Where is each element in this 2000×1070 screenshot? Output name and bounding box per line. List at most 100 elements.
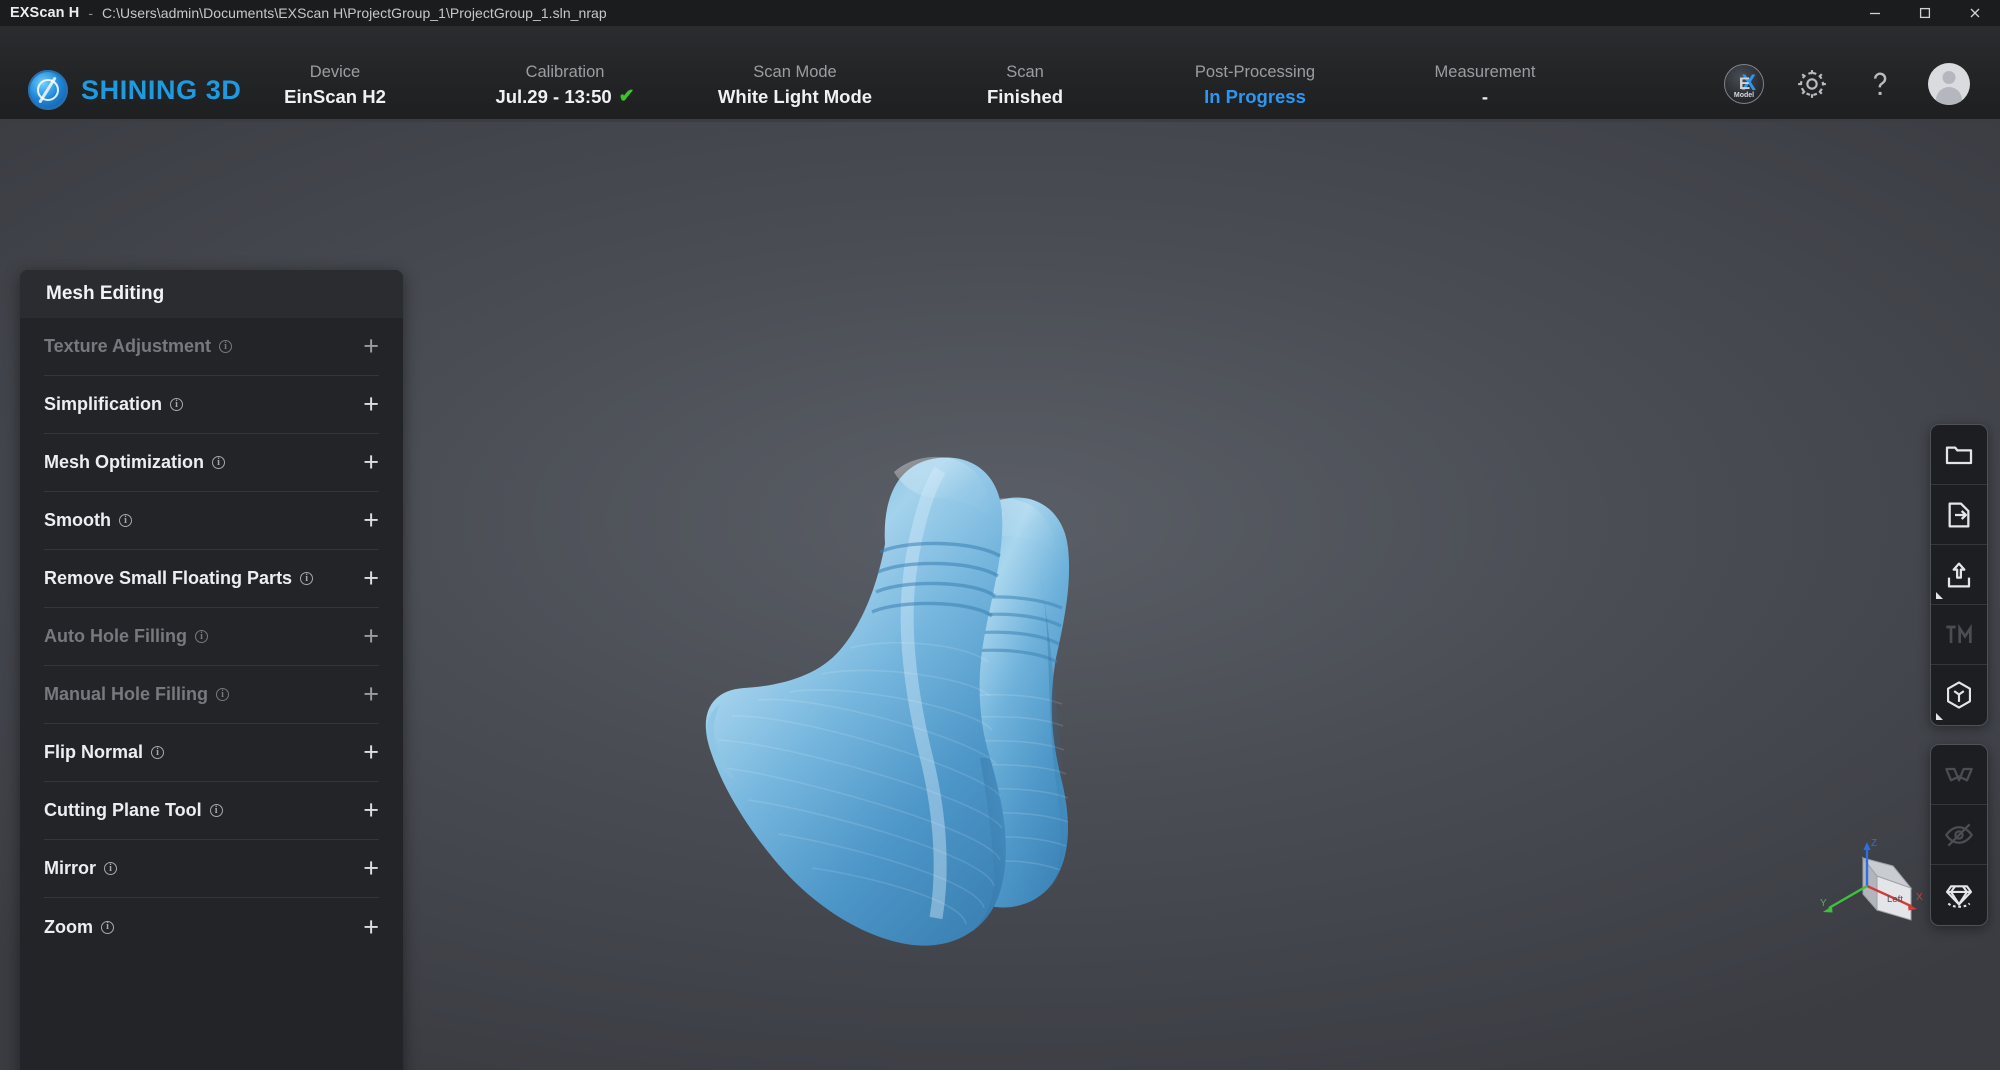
step-value: In Progress: [1195, 83, 1315, 110]
step-label: Device: [284, 62, 386, 83]
export-file-icon[interactable]: [1931, 485, 1987, 545]
workflow-step-scan-mode[interactable]: Scan Mode White Light Mode: [718, 62, 872, 110]
step-label: Scan Mode: [718, 62, 872, 83]
info-icon[interactable]: i: [119, 514, 132, 527]
item-label: Cutting Plane Tool: [44, 800, 202, 821]
mesh-editing-list: Texture Adjustment i + Simplification i …: [20, 318, 403, 956]
step-label: Measurement: [1435, 62, 1536, 83]
workflow-step-calibration[interactable]: Calibration Jul.29 - 13:50 ✔: [495, 62, 634, 110]
app-header: SHINING 3D Device EinScan H2 Calibration…: [0, 26, 2000, 119]
mesh-item-manual-hole-filling[interactable]: Manual Hole Filling i +: [44, 666, 379, 724]
item-label: Remove Small Floating Parts: [44, 568, 292, 589]
share-upload-icon[interactable]: [1931, 545, 1987, 605]
item-label: Smooth: [44, 510, 111, 531]
info-icon[interactable]: i: [212, 456, 225, 469]
step-label: Calibration: [495, 62, 634, 83]
info-icon[interactable]: i: [151, 746, 164, 759]
expand-icon[interactable]: +: [363, 739, 379, 766]
model-orientation-icon[interactable]: [1931, 665, 1987, 725]
step-label: Scan: [987, 62, 1063, 83]
mesh-editing-panel: Mesh Editing Texture Adjustment i + Simp…: [20, 270, 403, 1070]
info-icon[interactable]: i: [210, 804, 223, 817]
navigation-gizmo[interactable]: Z X Y Left: [1815, 832, 1935, 952]
info-icon[interactable]: i: [104, 862, 117, 875]
mesh-item-auto-hole-filling[interactable]: Auto Hole Filling i +: [44, 608, 379, 666]
right-toolbar-display: [1930, 744, 1988, 926]
mesh-item-smooth[interactable]: Smooth i +: [44, 492, 379, 550]
hide-eye-icon[interactable]: [1931, 805, 1987, 865]
item-label: Mirror: [44, 858, 96, 879]
step-value: -: [1435, 83, 1536, 110]
mesh-item-cutting-plane-tool[interactable]: Cutting Plane Tool i +: [44, 782, 379, 840]
workflow-step-post-processing[interactable]: Post-Processing In Progress: [1195, 62, 1315, 110]
mesh-item-mesh-optimization[interactable]: Mesh Optimization i +: [44, 434, 379, 492]
mesh-item-simplification[interactable]: Simplification i +: [44, 376, 379, 434]
brand-name: SHINING 3D: [81, 75, 242, 106]
mesh-item-zoom[interactable]: Zoom i +: [44, 898, 379, 956]
expand-icon[interactable]: +: [363, 333, 379, 360]
expand-icon[interactable]: +: [363, 681, 379, 708]
maximize-button[interactable]: [1900, 0, 1950, 26]
scanned-foot-model[interactable]: [700, 452, 1340, 1012]
step-label: Post-Processing: [1195, 62, 1315, 83]
title-separator: -: [88, 5, 93, 21]
expand-icon[interactable]: +: [363, 797, 379, 824]
step-value: Finished: [987, 83, 1063, 110]
foot-mesh-svg: [700, 452, 1340, 1012]
close-button[interactable]: [1950, 0, 2000, 26]
gizmo-axis-x-label: X: [1916, 892, 1923, 903]
minimize-button[interactable]: [1850, 0, 1900, 26]
mesh-item-remove-small-floating-parts[interactable]: Remove Small Floating Parts i +: [44, 550, 379, 608]
symmetry-icon[interactable]: [1931, 745, 1987, 805]
render-quality-icon[interactable]: [1931, 865, 1987, 925]
workflow-steps: Device EinScan H2 Calibration Jul.29 - 1…: [330, 62, 1620, 124]
expand-icon[interactable]: +: [363, 507, 379, 534]
project-file-path: C:\Users\admin\Documents\EXScan H\Projec…: [102, 5, 607, 21]
expand-icon[interactable]: +: [363, 914, 379, 941]
item-label: Simplification: [44, 394, 162, 415]
right-toolbar-file: [1930, 424, 1988, 726]
workflow-step-scan[interactable]: Scan Finished: [987, 62, 1063, 110]
gizmo-cube: [1863, 858, 1911, 920]
mesh-item-texture-adjustment[interactable]: Texture Adjustment i +: [44, 318, 379, 376]
item-label: Flip Normal: [44, 742, 143, 763]
panel-title: Mesh Editing: [20, 270, 403, 318]
item-label: Auto Hole Filling: [44, 626, 187, 647]
workflow-step-device[interactable]: Device EinScan H2: [284, 62, 386, 110]
exscan-app-window: EXScan H - C:\Users\admin\Documents\EXSc…: [0, 0, 2000, 1070]
app-name: EXScan H: [10, 5, 79, 21]
item-label: Mesh Optimization: [44, 452, 204, 473]
open-project-icon[interactable]: [1931, 425, 1987, 485]
expand-icon[interactable]: +: [363, 391, 379, 418]
emodel-icon[interactable]: EXModel: [1724, 64, 1764, 104]
3d-viewport[interactable]: Mesh Editing Texture Adjustment i + Simp…: [0, 122, 2000, 1070]
gizmo-axis-y-label: Y: [1820, 898, 1827, 909]
info-icon[interactable]: i: [170, 398, 183, 411]
mesh-item-mirror[interactable]: Mirror i +: [44, 840, 379, 898]
item-label: Zoom: [44, 917, 93, 938]
expand-icon[interactable]: +: [363, 565, 379, 592]
expand-icon[interactable]: +: [363, 623, 379, 650]
submenu-corner-marker: [1936, 592, 1943, 599]
expand-icon[interactable]: +: [363, 855, 379, 882]
step-value: White Light Mode: [718, 83, 872, 110]
info-icon[interactable]: i: [101, 921, 114, 934]
foot-front: [706, 457, 1006, 946]
info-icon[interactable]: i: [195, 630, 208, 643]
info-icon[interactable]: i: [216, 688, 229, 701]
texture-mapping-icon[interactable]: [1931, 605, 1987, 665]
submenu-corner-marker: [1936, 713, 1943, 720]
workflow-step-measurement[interactable]: Measurement -: [1435, 62, 1536, 110]
mesh-item-flip-normal[interactable]: Flip Normal i +: [44, 724, 379, 782]
user-avatar[interactable]: [1928, 63, 1970, 105]
calibration-check-icon: ✔: [619, 87, 635, 106]
info-icon[interactable]: i: [300, 572, 313, 585]
settings-gear-icon[interactable]: [1792, 64, 1832, 104]
window-controls: [1850, 0, 2000, 26]
header-icon-group: EXModel: [1724, 63, 1970, 105]
item-label: Manual Hole Filling: [44, 684, 208, 705]
info-icon[interactable]: i: [219, 340, 232, 353]
expand-icon[interactable]: +: [363, 449, 379, 476]
title-bar: EXScan H - C:\Users\admin\Documents\EXSc…: [0, 0, 2000, 26]
help-question-icon[interactable]: [1860, 64, 1900, 104]
